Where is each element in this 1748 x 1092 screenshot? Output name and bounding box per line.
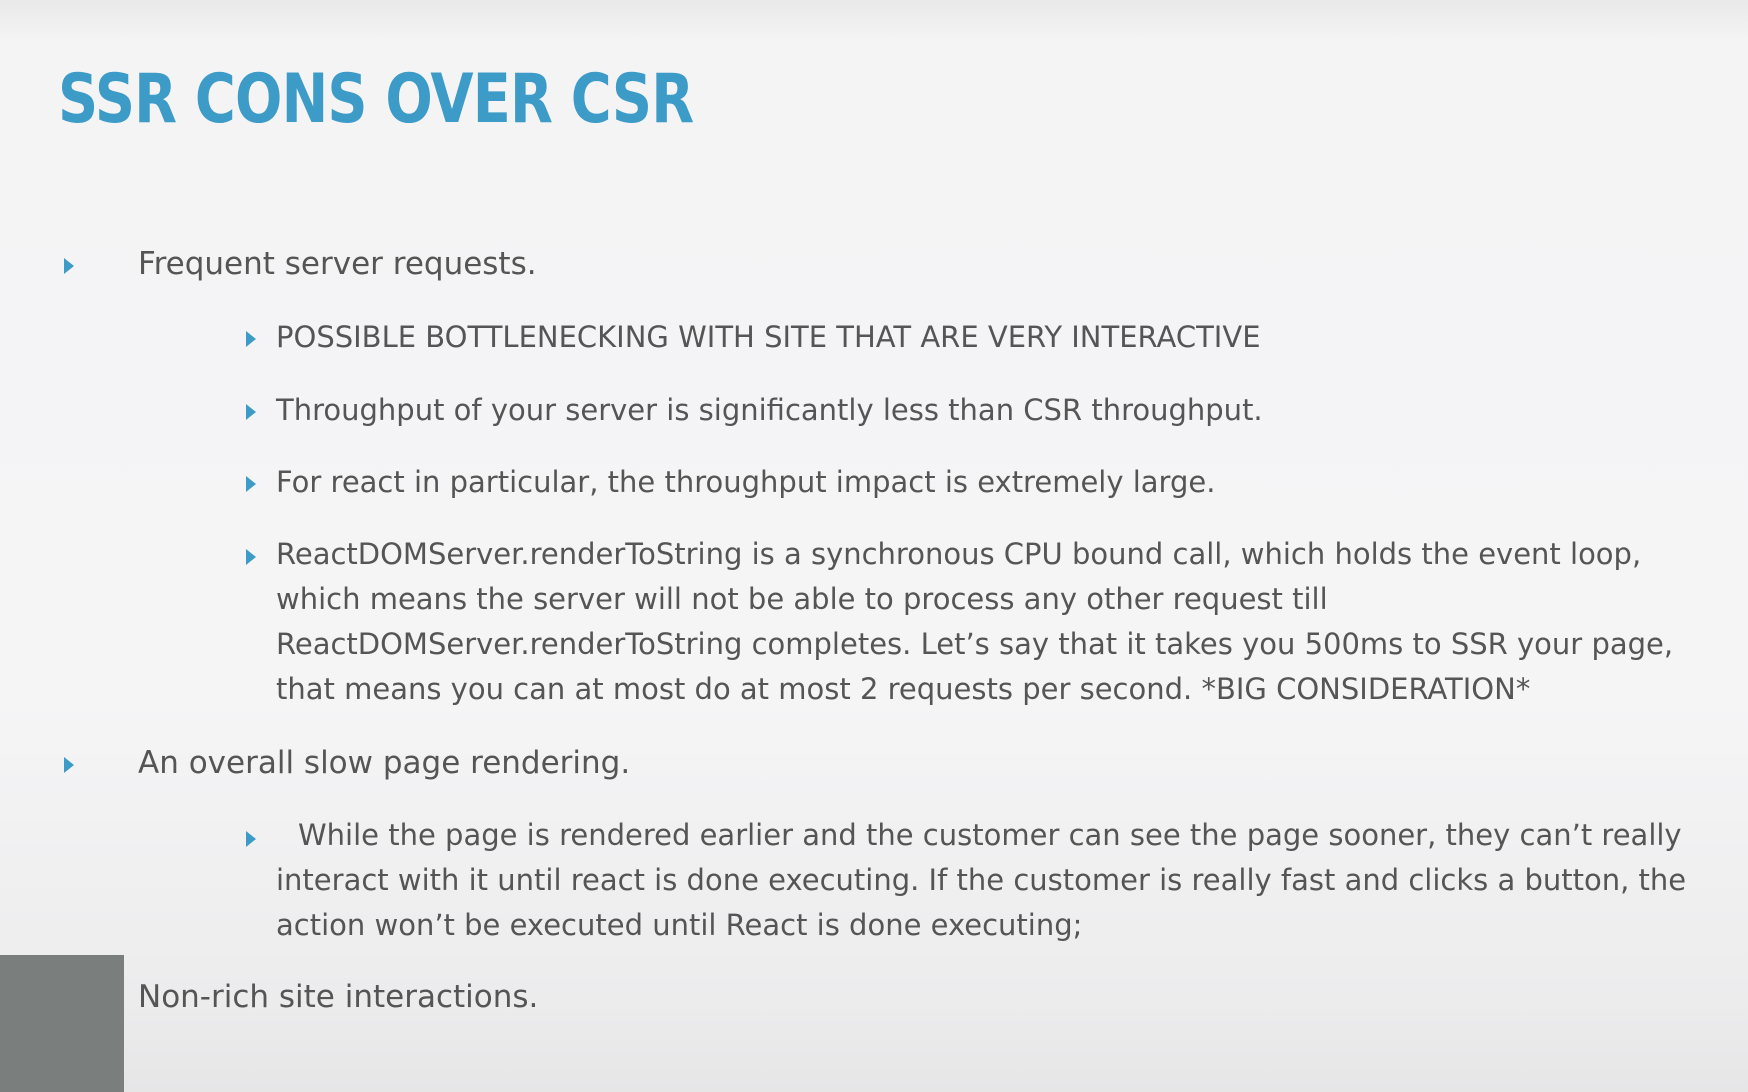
slide-title: SSR CONS OVER CSR [58,60,694,139]
bullet-text: Frequent server requests. [138,246,537,282]
sub-bullet-text: POSSIBLE BOTTLENECKING WITH SITE THAT AR… [276,320,1261,354]
bullet-text: An overall slow page rendering. [138,745,631,781]
triangle-right-icon [246,331,256,347]
bullet-text: Non-rich site interactions. [138,979,539,1015]
triangle-right-icon [246,549,256,565]
sub-bullet-text: ReactDOMServer.renderToString is a synch… [276,537,1674,706]
triangle-right-icon [64,258,74,274]
triangle-right-icon [246,404,256,420]
video-thumbnail-overlay [0,955,124,1092]
triangle-right-icon [246,476,256,492]
sub-bullet-text: For react in particular, the throughput … [276,465,1216,499]
triangle-right-icon [246,831,256,847]
sub-bullet-text: Throughput of your server is significant… [276,393,1263,427]
triangle-right-icon [64,757,74,773]
sub-bullet-text: While the page is rendered earlier and t… [276,818,1687,942]
